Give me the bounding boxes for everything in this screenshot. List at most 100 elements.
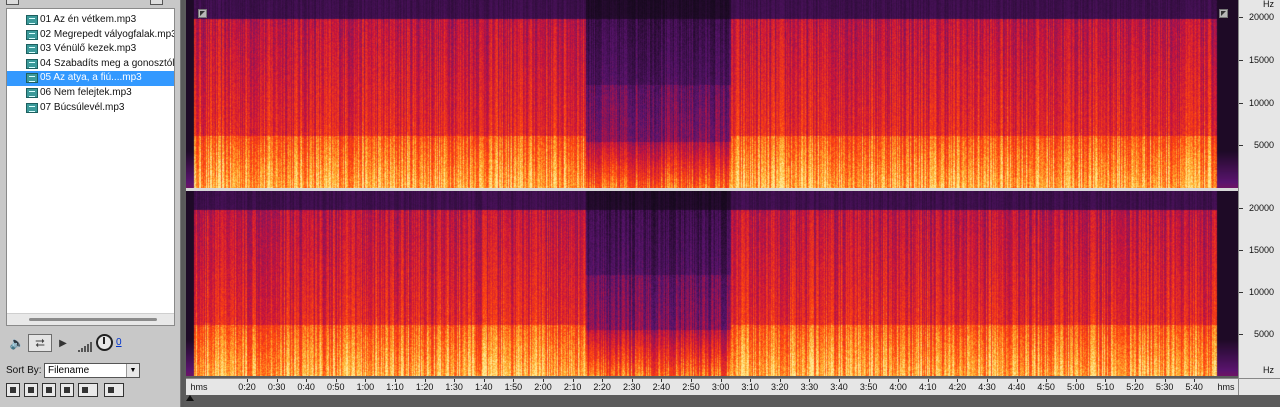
audio-file-icon: [26, 58, 38, 69]
frequency-tick-mark: [1239, 333, 1243, 335]
frequency-tick-label: 15000: [1248, 54, 1274, 65]
time-tick-mark: [247, 379, 248, 382]
time-tick-label: 3:10: [741, 382, 759, 392]
file-list-item[interactable]: 07 Búcsúlevél.mp3: [7, 101, 174, 116]
file-name: 01 Az én vétkem.mp3: [40, 14, 137, 25]
file-list-item[interactable]: 03 Vénülő kezek.mp3: [7, 42, 174, 57]
time-tick-label: 4:40: [1007, 382, 1026, 392]
tool-button-3[interactable]: [42, 383, 56, 397]
file-panel: 01 Az én vétkem.mp3 02 Megrepedt vályogfa…: [0, 0, 181, 407]
frequency-tick-label: 10000: [1248, 97, 1274, 108]
ruler-corner: [1238, 378, 1280, 395]
horizontal-scrollbar[interactable]: [7, 313, 174, 325]
file-list[interactable]: 01 Az én vétkem.mp3 02 Megrepedt vályogfa…: [6, 8, 175, 326]
time-tick-mark: [1046, 379, 1048, 382]
time-tick-label: 2:50: [682, 382, 700, 392]
spectrogram-canvas-left[interactable]: [186, 0, 1238, 188]
time-tick-label: 4:50: [1037, 382, 1055, 392]
time-tick-label: 3:20: [771, 382, 789, 392]
audio-file-icon: [26, 102, 38, 113]
file-list-item[interactable]: 05 Az atya, a fiú....mp3: [7, 71, 174, 86]
file-list-item[interactable]: 04 Szabadíts meg a gonosztól.mp3: [7, 57, 174, 72]
sort-row: Sort By: Filename ▼: [6, 363, 175, 379]
tool-button-1[interactable]: [6, 383, 20, 397]
tool-button-6[interactable]: [104, 383, 124, 397]
frequency-tick-label: 20000: [1248, 202, 1274, 213]
time-tick-mark: [276, 379, 278, 382]
time-tick-label: 1:00: [356, 382, 375, 392]
time-tick-label: 2:20: [593, 382, 611, 392]
frequency-tick-label: 20000: [1248, 12, 1274, 23]
loop-button[interactable]: ⮂: [28, 334, 52, 352]
frequency-tick-mark: [1239, 249, 1243, 251]
playhead-marker-icon[interactable]: [186, 395, 194, 401]
time-tick-label: 5:40: [1185, 382, 1203, 392]
time-tick-mark: [543, 379, 544, 382]
time-tick-label: 3:00: [711, 382, 730, 392]
time-tick-mark: [691, 379, 692, 382]
sort-by-select[interactable]: Filename ▼: [44, 363, 140, 378]
time-tick-label: 3:30: [800, 382, 819, 392]
tool-button-2[interactable]: [24, 383, 38, 397]
frequency-tick-mark: [1239, 59, 1243, 61]
time-tick-label: 0:40: [297, 382, 315, 392]
time-tick-label: 1:40: [475, 382, 493, 392]
time-tick-label: 5:10: [1096, 382, 1115, 392]
play-button[interactable]: ▶: [56, 334, 70, 352]
file-name: 06 Nem felejtek.mp3: [40, 86, 132, 98]
zoom-corner-left-icon[interactable]: [198, 9, 207, 18]
frequency-ruler[interactable]: 20000 15000 10000 5000 20000 15000 10000 5000 Hz…: [1238, 0, 1280, 378]
time-unit-label: hms: [190, 382, 208, 392]
time-tick-mark: [957, 379, 959, 382]
time-tick-mark: [572, 379, 574, 382]
time-tick-mark: [513, 379, 515, 382]
spectrogram-channel-right[interactable]: [186, 191, 1238, 376]
open-file-icon[interactable]: [6, 0, 19, 5]
spectrogram-canvas-right[interactable]: [186, 191, 1238, 376]
file-list-item[interactable]: 02 Megrepedt vályogfalak.mp3: [7, 28, 174, 43]
spectrogram-channel-left[interactable]: [186, 0, 1238, 188]
time-tick-mark: [750, 379, 752, 382]
time-tick-label: 1:20: [415, 382, 434, 392]
tool-button-4[interactable]: [60, 383, 74, 397]
scrollbar-thumb[interactable]: [29, 318, 157, 321]
frequency-tick-mark: [1239, 291, 1243, 293]
file-list-item[interactable]: 01 Az én vétkem.mp3: [7, 13, 174, 28]
speaker-icon[interactable]: 🔈: [8, 334, 26, 352]
chevron-down-icon[interactable]: ▼: [126, 364, 139, 377]
audio-file-icon: [26, 15, 38, 25]
time-tick-mark: [365, 379, 367, 382]
panel-menu-icon[interactable]: [150, 0, 163, 5]
time-tick-mark: [483, 379, 485, 382]
volume-value[interactable]: 0: [116, 337, 122, 348]
time-tick-label: 2:00: [534, 382, 552, 392]
time-tick-mark: [868, 379, 870, 382]
time-tick-label: 5:30: [1155, 382, 1174, 392]
time-tick-label: 5:20: [1126, 382, 1144, 392]
tool-button-5[interactable]: [78, 383, 98, 397]
time-tick-label: 3:40: [830, 382, 848, 392]
time-tick-label: 2:10: [563, 382, 582, 392]
volume-knob[interactable]: [96, 334, 113, 351]
file-panel-toolbar: [0, 0, 181, 6]
time-unit-label: hms: [1217, 382, 1235, 392]
time-ruler[interactable]: hms 0:20 0:30 0:40 0:50 1:00 1:10 1:20 1:30 1:40 1…: [186, 378, 1238, 395]
time-tick-mark: [631, 379, 633, 382]
frequency-tick-label: 5000: [1253, 328, 1274, 339]
time-tick-label: 1:10: [386, 382, 404, 392]
zoom-corner-right-icon[interactable]: [1219, 9, 1228, 18]
audio-file-icon: [26, 73, 38, 84]
audio-editor-window: 01 Az én vétkem.mp3 02 Megrepedt vályogfa…: [0, 0, 1280, 407]
play-icon: ▶: [59, 337, 67, 349]
file-name: 04 Szabadíts meg a gonosztól.mp3: [40, 57, 174, 69]
time-tick-label: 0:30: [267, 382, 286, 392]
time-tick-label: 4:20: [948, 382, 967, 392]
preview-transport: 🔈 ⮂ ▶ 0: [6, 330, 175, 356]
sort-by-value: Filename: [48, 365, 90, 376]
time-tick-mark: [839, 379, 840, 382]
file-list-item[interactable]: 06 Nem felejtek.mp3: [7, 86, 174, 101]
time-tick-mark: [898, 379, 900, 382]
time-tick-mark: [987, 379, 988, 382]
time-tick-mark: [720, 379, 722, 382]
time-tick-mark: [809, 379, 811, 382]
